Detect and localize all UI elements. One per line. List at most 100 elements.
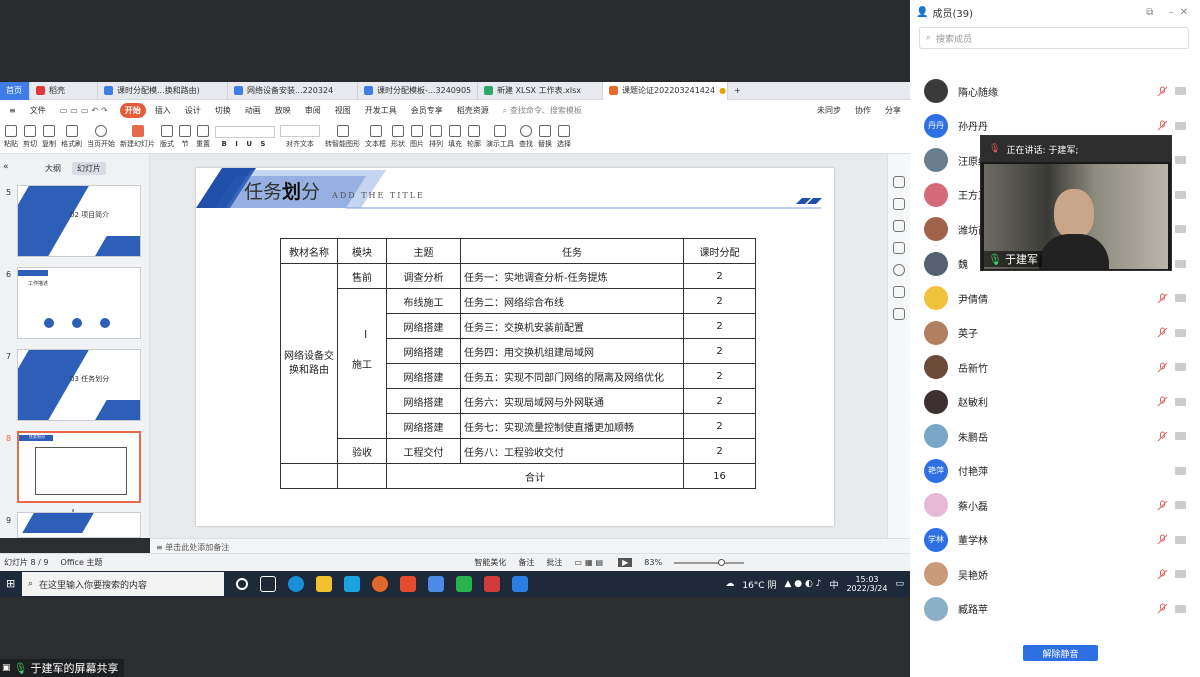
tab-slides[interactable]: 幻灯片: [72, 162, 106, 175]
menu-view[interactable]: 视图: [330, 103, 356, 118]
menu-insert[interactable]: 插入: [150, 103, 176, 118]
chart-icon[interactable]: [893, 286, 905, 298]
font-family-select[interactable]: [215, 125, 275, 138]
textbox-button[interactable]: 文本框: [365, 124, 386, 149]
member-row[interactable]: 学林 董学林: [910, 523, 1200, 557]
firefox-icon[interactable]: [372, 576, 388, 592]
slide-thumbnail-7[interactable]: 03 任务划分: [17, 349, 141, 421]
location-icon[interactable]: [893, 308, 905, 320]
member-row[interactable]: 岳新竹: [910, 350, 1200, 384]
picture-button[interactable]: 图片: [410, 124, 424, 149]
member-row[interactable]: 吴艳娇: [910, 557, 1200, 591]
hamburger-icon[interactable]: ≡: [4, 104, 21, 117]
member-row[interactable]: 蔡小磊: [910, 488, 1200, 522]
collapse-panel-icon[interactable]: «: [3, 162, 9, 172]
layout-button[interactable]: 版式: [160, 124, 174, 149]
member-search-input[interactable]: ⌕ 搜索成员: [919, 27, 1189, 49]
member-row[interactable]: 赵敏利: [910, 385, 1200, 419]
from-current-button[interactable]: 当页开始: [87, 124, 115, 149]
shape-button[interactable]: 形状: [391, 124, 405, 149]
weather-text[interactable]: 16°C 阴: [742, 578, 776, 591]
pin-icon[interactable]: [893, 220, 905, 232]
play-slideshow-icon[interactable]: ▶: [618, 558, 633, 567]
notes-toggle-button[interactable]: 备注: [518, 557, 534, 568]
menu-file[interactable]: 文件: [25, 103, 51, 118]
slide-thumbnail-9[interactable]: [17, 512, 141, 538]
slide-thumbnail-5[interactable]: 02 项目简介: [17, 185, 141, 257]
tab-doc-1[interactable]: 课时分配模...换和路由): [98, 81, 228, 100]
quick-access-icons[interactable]: ▭▭▭↶↷: [55, 104, 116, 117]
format-painter-button[interactable]: 格式刷: [61, 124, 82, 149]
window-controls[interactable]: ⧉ –✕: [1146, 7, 1194, 18]
menu-design[interactable]: 设计: [180, 103, 206, 118]
outline-button[interactable]: 轮廓: [467, 124, 481, 149]
comment-button[interactable]: 批注: [546, 557, 562, 568]
clock[interactable]: 15:03 2022/3/24: [846, 575, 887, 593]
settings-sliders-icon[interactable]: [893, 198, 905, 210]
copy-button[interactable]: 复制: [42, 124, 56, 149]
slide-thumbnail-8[interactable]: 任务划分: [17, 431, 141, 503]
task-division-table[interactable]: 教材名称 模块 主题 任务 课时分配 网络设备交换和路由 售前 调查分析 任务一…: [280, 238, 756, 489]
fill-button[interactable]: 填充: [448, 124, 462, 149]
cut-button[interactable]: 剪切: [23, 124, 37, 149]
menu-start[interactable]: 开始: [119, 102, 146, 118]
paste-button[interactable]: 粘贴: [4, 124, 18, 149]
tab-doc-3[interactable]: 课时分配模板-...3240905: [358, 81, 478, 100]
new-slide-button[interactable]: 新建幻灯片: [120, 124, 155, 149]
taskbar-search[interactable]: ⌕ 在这里输入你要搜索的内容: [22, 572, 224, 596]
font-style-icons[interactable]: B I U S: [222, 140, 269, 148]
tab-xlsx[interactable]: 新建 XLSX 工作表.xlsx: [478, 81, 603, 100]
help-icon[interactable]: [893, 264, 905, 276]
member-row[interactable]: 臧路苹: [910, 592, 1200, 626]
menu-transition[interactable]: 切换: [210, 103, 236, 118]
member-row[interactable]: 英子: [910, 316, 1200, 350]
edge-icon[interactable]: [288, 576, 304, 592]
member-row[interactable]: 朱鹏岳: [910, 419, 1200, 453]
menu-review[interactable]: 审阅: [300, 103, 326, 118]
member-row[interactable]: 尹倩倩: [910, 281, 1200, 315]
sync-status[interactable]: 未同步: [812, 103, 846, 118]
member-row[interactable]: 隋心随缘: [910, 74, 1200, 108]
current-slide[interactable]: 任务划分 ADD THE TITLE 教材名称 模块 主题 任务 课时分配 网络…: [196, 168, 834, 526]
wps-office-icon[interactable]: [484, 576, 500, 592]
tab-daoke[interactable]: 稻壳: [30, 81, 98, 100]
reset-button[interactable]: 重置: [196, 124, 210, 149]
arrange-button[interactable]: 排列: [429, 124, 443, 149]
star-icon[interactable]: [893, 242, 905, 254]
share-button[interactable]: 分享: [880, 103, 906, 118]
wps-icon[interactable]: [400, 576, 416, 592]
replace-button[interactable]: 替换: [538, 124, 552, 149]
align-text-button[interactable]: 对齐文本: [280, 124, 320, 149]
menu-member[interactable]: 会员专享: [406, 103, 448, 118]
font-controls[interactable]: B I U S: [215, 125, 275, 148]
presentation-tools-button[interactable]: 演示工具: [486, 124, 514, 149]
slide-thumbnail-6[interactable]: 工作描述: [17, 267, 141, 339]
file-explorer-icon[interactable]: [316, 576, 332, 592]
windows-start-icon[interactable]: ⊞: [6, 578, 17, 589]
zoom-slider[interactable]: [674, 558, 745, 566]
wechat-icon[interactable]: [456, 576, 472, 592]
app-icon[interactable]: [344, 576, 360, 592]
find-button[interactable]: 查找: [519, 124, 533, 149]
unmute-button[interactable]: 解除静音: [1023, 645, 1098, 661]
command-search[interactable]: ⌕ 查找命令、搜索模板: [498, 103, 587, 118]
menu-devtools[interactable]: 开发工具: [360, 103, 402, 118]
new-tab-button[interactable]: +: [728, 82, 747, 100]
meeting-icon[interactable]: [512, 576, 528, 592]
task-view-icon[interactable]: [260, 576, 276, 592]
menu-animation[interactable]: 动画: [240, 103, 266, 118]
tab-home[interactable]: 首页: [0, 81, 30, 100]
zoom-level[interactable]: 83%: [644, 558, 662, 567]
menu-daoke[interactable]: 稻壳资源: [452, 103, 494, 118]
notification-icon[interactable]: ▭: [895, 579, 904, 589]
smartart-button[interactable]: 转智能图形: [325, 124, 360, 149]
smart-beautify-button[interactable]: 智能美化: [474, 557, 506, 568]
collab-button[interactable]: 协作: [850, 103, 876, 118]
menu-slideshow[interactable]: 放映: [270, 103, 296, 118]
speaker-video-window[interactable]: 🎙 正在讲话: 于建军; 🎙 于建军: [980, 135, 1172, 271]
ime-indicator[interactable]: 中: [829, 578, 838, 591]
tab-active-presentation[interactable]: 课题论证202203241424 ●: [603, 81, 728, 100]
notes-area[interactable]: ≡ 单击此处添加备注: [150, 538, 910, 553]
cortana-icon[interactable]: [236, 578, 248, 590]
select-button[interactable]: 选择: [557, 124, 571, 149]
